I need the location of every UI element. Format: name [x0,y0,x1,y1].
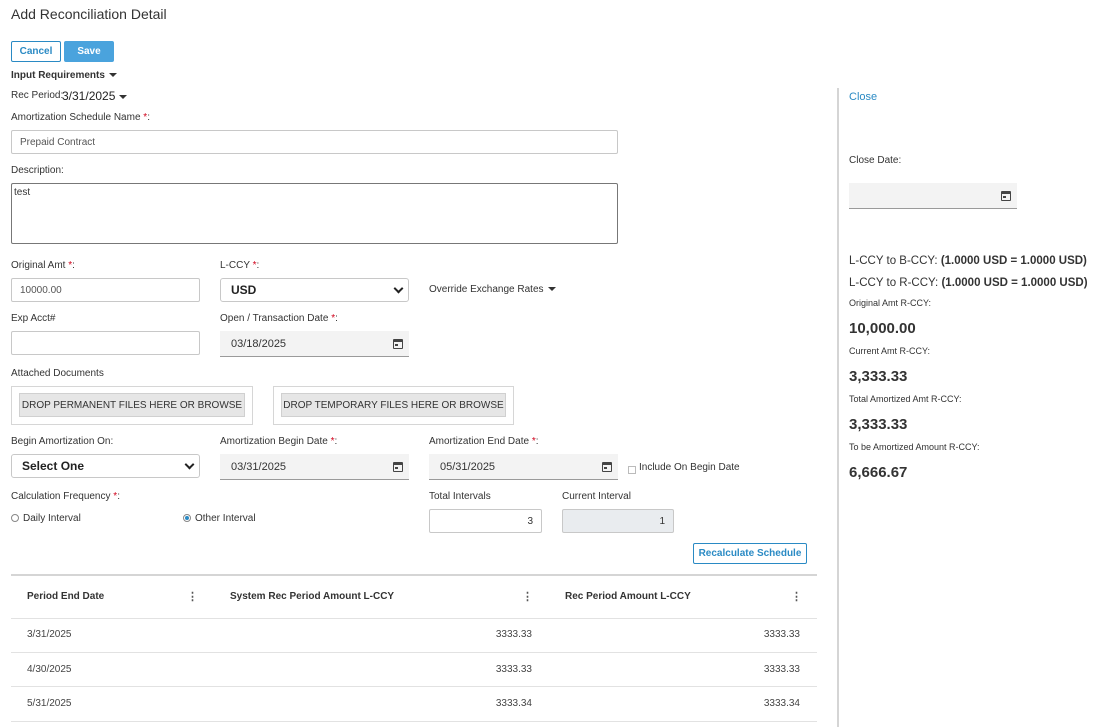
other-interval-radio[interactable] [183,514,191,522]
original-amt-rccy-value: 10,000.00 [849,320,916,337]
exp-acct-input[interactable] [11,331,200,355]
browse-permanent-button[interactable]: DROP PERMANENT FILES HERE OR BROWSE [19,393,245,417]
chevron-down-icon [184,459,195,469]
column-header-rec-amount[interactable]: Rec Period Amount L-CCY [565,591,691,602]
lccy-to-bccy-rate: L-CCY to B-CCY: (1.0000 USD = 1.0000 USD… [849,255,1087,267]
to-be-amortized-rccy-label: To be Amortized Amount R-CCY: [849,442,980,452]
end-date-label: Amortization End Date *: [429,436,539,447]
rec-period-select[interactable]: 3/31/2025 [62,89,128,103]
calendar-icon[interactable] [1001,190,1011,201]
save-button[interactable]: Save [64,41,114,62]
open-date-input[interactable]: 03/18/2025 [220,331,409,357]
rec-period-value: 3/31/2025 [62,89,116,103]
row-divider [11,618,817,619]
table-cell-rec-amount[interactable]: 3333.33 [670,629,800,640]
caret-down-icon [108,73,117,78]
end-date-input[interactable]: 05/31/2025 [429,454,618,480]
table-cell-rec-amount[interactable]: 3333.33 [670,664,800,675]
table-cell-system-amount: 3333.33 [495,664,532,675]
table-cell-date: 5/31/2025 [27,698,72,709]
override-exchange-rates-label: Override Exchange Rates [429,284,544,295]
lccy-select[interactable]: USD [220,278,409,302]
daily-interval-radio[interactable] [11,514,19,522]
begin-amortization-on-value: Select One [22,459,85,473]
calendar-icon[interactable] [393,461,403,472]
table-cell-rec-amount[interactable]: 3333.34 [670,698,800,709]
lccy-value: USD [231,283,257,297]
total-intervals-label: Total Intervals [429,491,491,502]
side-panel-divider [837,88,839,727]
close-date-input[interactable] [849,183,1017,209]
input-requirements-toggle[interactable]: Input Requirements [11,70,117,81]
column-menu-icon[interactable]: ⋮ [791,590,802,603]
current-interval-label: Current Interval [562,491,631,502]
cancel-button[interactable]: Cancel [11,41,61,62]
recalculate-schedule-button[interactable]: Recalculate Schedule [693,543,807,564]
begin-amortization-on-label: Begin Amortization On: [11,436,114,447]
open-date-label: Open / Transaction Date *: [220,313,338,324]
row-divider [11,721,817,722]
page-title: Add Reconciliation Detail [11,6,167,22]
input-requirements-label: Input Requirements [11,70,105,81]
table-cell-system-amount: 3333.34 [495,698,532,709]
description-label: Description: [11,165,64,176]
original-amt-input[interactable]: 10000.00 [11,278,200,302]
caret-down-icon [547,287,556,292]
calendar-icon[interactable] [393,338,403,349]
begin-date-label: Amortization Begin Date *: [220,436,338,447]
rec-period-label: Rec Period: [11,90,64,101]
table-cell-date: 3/31/2025 [27,629,72,640]
begin-date-value: 03/31/2025 [231,460,287,473]
lccy-to-rccy-rate: L-CCY to R-CCY: (1.0000 USD = 1.0000 USD… [849,277,1088,289]
attached-documents-label: Attached Documents [11,368,104,379]
calculation-frequency-label: Calculation Frequency *: [11,491,120,502]
include-on-begin-date-label: Include On Begin Date [639,462,740,473]
caret-down-icon [119,94,128,99]
browse-temporary-button[interactable]: DROP TEMPORARY FILES HERE OR BROWSE [281,393,506,417]
row-divider [11,652,817,653]
include-on-begin-date-checkbox[interactable] [628,466,636,474]
original-amt-rccy-label: Original Amt R-CCY: [849,298,932,308]
close-date-label: Close Date: [849,155,902,166]
close-link[interactable]: Close [849,91,877,103]
end-date-value: 05/31/2025 [440,460,496,473]
begin-date-input[interactable]: 03/31/2025 [220,454,409,480]
column-menu-icon[interactable]: ⋮ [522,590,533,603]
open-date-value: 03/18/2025 [231,337,287,350]
lccy-label: L-CCY *: [220,260,260,271]
to-be-amortized-rccy-value: 6,666.67 [849,464,908,481]
daily-interval-label: Daily Interval [23,513,81,524]
table-cell-system-amount: 3333.33 [495,629,532,640]
original-amt-label: Original Amt *: [11,260,75,271]
calendar-icon[interactable] [602,461,612,472]
column-header-period-end-date[interactable]: Period End Date [27,591,104,602]
begin-amortization-on-select[interactable]: Select One [11,454,200,478]
other-interval-label: Other Interval [195,513,256,524]
column-menu-icon[interactable]: ⋮ [187,590,198,603]
column-header-system-rec-amount[interactable]: System Rec Period Amount L-CCY [230,591,394,602]
total-intervals-input[interactable]: 3 [429,509,542,533]
total-amortized-rccy-label: Total Amortized Amt R-CCY: [849,394,962,404]
current-amt-rccy-label: Current Amt R-CCY: [849,346,931,356]
override-exchange-rates-toggle[interactable]: Override Exchange Rates [429,284,556,295]
total-amortized-rccy-value: 3,333.33 [849,416,908,433]
schedule-name-input[interactable]: Prepaid Contract [11,130,618,154]
current-interval-input: 1 [562,509,674,533]
schedule-name-label: Amortization Schedule Name *: [11,112,150,123]
exp-acct-label: Exp Acct# [11,313,56,324]
current-amt-rccy-value: 3,333.33 [849,368,908,385]
description-textarea[interactable]: test [11,183,618,244]
table-cell-date: 4/30/2025 [27,664,72,675]
chevron-down-icon [393,283,404,293]
row-divider [11,686,817,687]
